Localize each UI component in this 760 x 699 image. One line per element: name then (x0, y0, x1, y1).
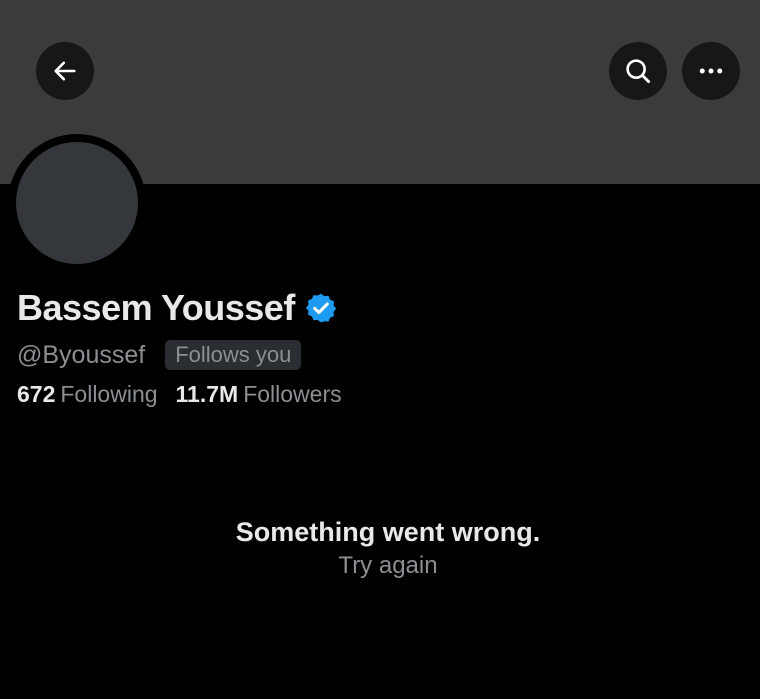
try-again-link[interactable]: Try again (0, 550, 760, 582)
search-icon (626, 59, 651, 84)
more-options-button[interactable] (682, 42, 740, 100)
follow-stats: 672 Following 11.7M Followers (17, 379, 360, 409)
user-handle: @Byoussef (17, 341, 146, 369)
avatar[interactable] (16, 142, 138, 264)
following-label: Following (60, 381, 158, 407)
display-name: Bassem Youssef (17, 287, 295, 328)
follows-you-badge: Follows you (165, 340, 302, 370)
verified-badge-icon[interactable] (305, 292, 337, 324)
profile-name-row: Bassem Youssef (17, 286, 337, 330)
followers-count: 11.7M (175, 381, 239, 407)
arrow-left-icon (54, 61, 76, 81)
error-title: Something went wrong. (235, 517, 541, 547)
following-count: 672 (17, 381, 56, 407)
following-stat[interactable]: 672 Following (17, 379, 158, 409)
back-button[interactable] (36, 42, 94, 100)
error-message: Something went wrong. Try again (0, 514, 760, 582)
followers-stat[interactable]: 11.7M Followers (176, 379, 342, 409)
handle-row: @Byoussef Follows you (17, 339, 302, 371)
search-button[interactable] (609, 42, 667, 100)
more-horizontal-icon (699, 68, 723, 74)
avatar-ring (8, 134, 146, 272)
followers-label: Followers (243, 381, 342, 407)
